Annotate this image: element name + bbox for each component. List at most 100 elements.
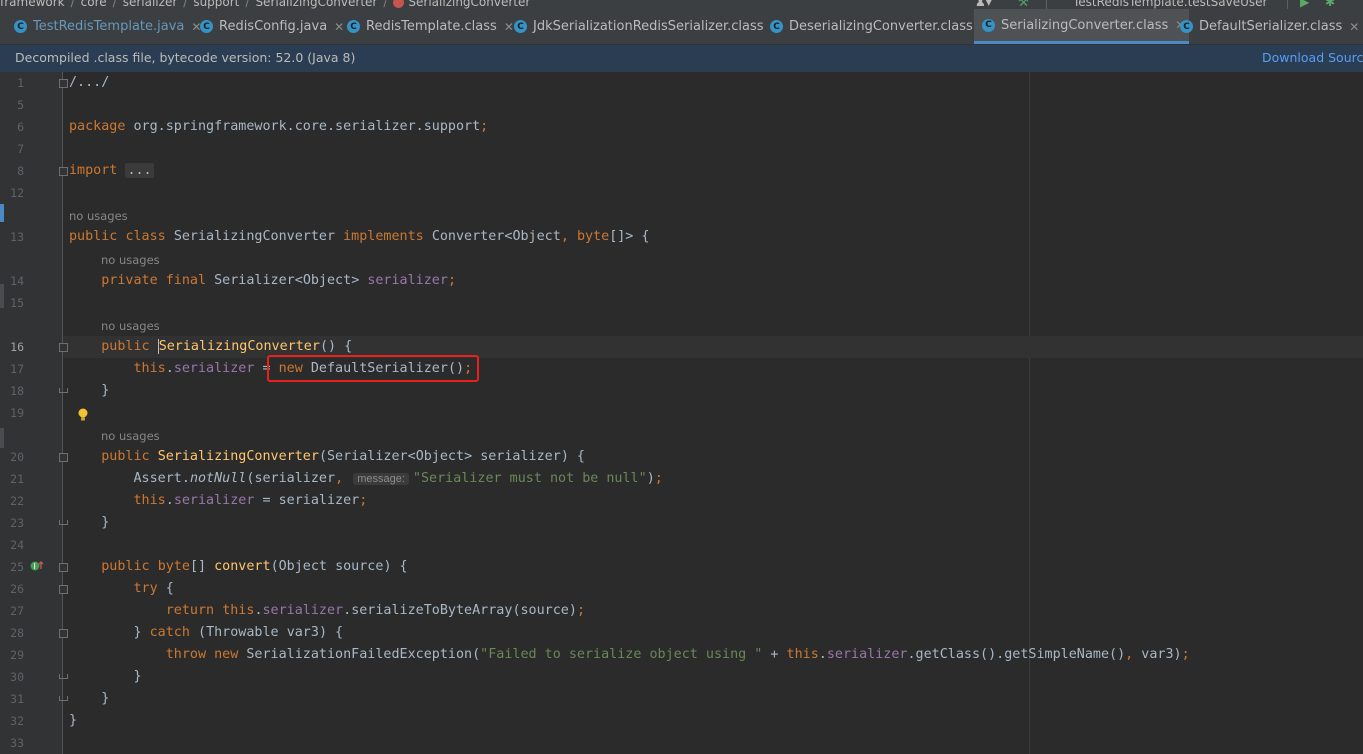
line-number: 15 <box>10 296 24 310</box>
tab-redis-template[interactable]: C RedisTemplate.class ✕ <box>347 9 514 44</box>
line-number: 22 <box>10 494 24 508</box>
tab-label: JdkSerializationRedisSerializer.class <box>533 19 764 34</box>
code-line: private final Serializer<Object> seriali… <box>101 273 456 288</box>
line-number-current: 16 <box>10 340 24 354</box>
code-line: package org.springframework.core.seriali… <box>69 119 489 134</box>
fold-collapse-icon[interactable] <box>59 343 68 352</box>
class-icon: C <box>347 20 360 33</box>
type-name: Serializer <box>214 273 295 288</box>
code-line: public class SerializingConverter implem… <box>69 229 650 244</box>
side-panel-marker <box>0 428 4 448</box>
tab-default-serializer[interactable]: C DefaultSerializer.class ✕ <box>1180 9 1359 44</box>
run-configuration-label: TestRedisTemplate.testSaveUser <box>1073 0 1268 9</box>
keyword: byte <box>157 559 190 574</box>
breadcrumb-item[interactable]: core <box>81 0 107 9</box>
line-number: 23 <box>10 516 24 530</box>
tab-deserializing-converter[interactable]: CDeserializingConverter.class✕ <box>770 9 990 44</box>
fold-collapse-icon[interactable] <box>59 563 68 572</box>
keyword: this <box>133 361 166 376</box>
close-icon[interactable]: ✕ <box>334 20 344 34</box>
editor-tabs: C TestRedisTemplate.java ✕ C RedisConfig.ja… <box>0 9 1363 45</box>
keyword: package <box>69 119 126 134</box>
fold-end-icon[interactable] <box>59 696 68 701</box>
code-line: throw new SerializationFailedException("… <box>165 647 1190 662</box>
line-number: 24 <box>10 538 24 552</box>
breadcrumb-item[interactable]: serializer <box>123 0 178 9</box>
type-name: Throwable <box>206 625 279 640</box>
field-name: serializer <box>826 647 908 662</box>
breadcrumb-separator: / <box>383 0 388 9</box>
keyword: throw <box>165 647 207 662</box>
type-name: Assert <box>133 471 182 486</box>
close-icon[interactable]: ✕ <box>1349 20 1359 34</box>
class-icon: C <box>770 20 783 33</box>
implements-method-icon[interactable]: I <box>30 560 44 572</box>
type-name: SerializationFailedException <box>246 647 473 662</box>
keyword: public <box>69 229 118 244</box>
breadcrumb-item[interactable]: SerializingConverter <box>408 0 530 9</box>
method-name: convert <box>214 559 271 574</box>
parameter-name: serializer <box>278 493 360 508</box>
download-sources-link[interactable]: Download Sources <box>1262 50 1363 65</box>
type-name: Converter <box>431 229 505 244</box>
method-name: getSimpleName <box>1004 647 1110 662</box>
fold-expand-icon[interactable] <box>59 79 68 88</box>
tab-jdk-serialization-redis-serializer[interactable]: CJdkSerializationRedisSerializer.class✕ <box>514 9 781 44</box>
tab-label: RedisTemplate.class <box>366 19 497 34</box>
line-number: 28 <box>10 626 24 640</box>
tab-serializing-converter[interactable]: CSerializingConverter.class✕ <box>974 9 1190 44</box>
line-number: 1 <box>17 76 24 90</box>
user-icon[interactable]: ♟▾ <box>975 0 992 9</box>
run-configuration-select[interactable]: TestRedisTemplate.testSaveUser <box>1046 0 1288 9</box>
code-line: /.../ <box>69 75 109 90</box>
fold-collapse-icon[interactable] <box>59 453 68 462</box>
keyword: this <box>222 603 255 618</box>
breadcrumb-item[interactable]: framework <box>0 0 65 9</box>
code-editor[interactable]: 1 5 6 7 8 12 13 14 15 16 17 18 19 20 21 … <box>0 72 1363 754</box>
fold-collapse-icon[interactable] <box>59 585 68 594</box>
usage-hint[interactable]: no usages <box>69 209 128 223</box>
usage-hint[interactable]: no usages <box>101 319 160 333</box>
class-icon: C <box>982 18 995 32</box>
import-fold-placeholder[interactable]: ... <box>125 163 154 178</box>
code-line: } <box>69 515 110 530</box>
line-number: 19 <box>10 406 24 420</box>
breadcrumb-item[interactable]: support <box>193 0 239 9</box>
tab-test-redis-template[interactable]: C TestRedisTemplate.java ✕ <box>14 9 201 44</box>
breadcrumb-item[interactable]: SerializingConverter <box>255 0 377 9</box>
code-line: return this.serializer.serializeToByteAr… <box>165 603 585 618</box>
line-number: 13 <box>10 230 24 244</box>
line-number: 30 <box>10 670 24 684</box>
method-name: notNull <box>189 471 247 486</box>
fold-end-icon[interactable] <box>59 388 68 393</box>
usage-hint[interactable]: no usages <box>101 429 160 443</box>
code-line: import ... <box>69 163 154 178</box>
type-name: Object <box>278 559 327 574</box>
usage-hint[interactable]: no usages <box>101 253 160 267</box>
code-line: } catch (Throwable var3) { <box>69 625 344 640</box>
run-icon[interactable]: ▶ <box>1300 0 1309 9</box>
close-icon[interactable]: ✕ <box>504 20 514 34</box>
line-number: 14 <box>10 274 24 288</box>
debug-icon[interactable]: ✱ <box>1325 0 1335 9</box>
code-line: public byte[] convert(Object source) { <box>101 559 408 574</box>
line-number: 18 <box>10 384 24 398</box>
variable-name: var3 <box>286 625 319 640</box>
field-name: serializer <box>367 273 448 288</box>
line-number: 6 <box>17 120 24 134</box>
fold-expand-icon[interactable] <box>59 167 68 176</box>
breadcrumb-separator: / <box>183 0 188 9</box>
tab-label: RedisConfig.java <box>219 19 328 34</box>
keyword: this <box>786 647 819 662</box>
hammer-icon[interactable]: ⚒ <box>1018 0 1029 9</box>
field-name: serializer <box>173 493 255 508</box>
tab-redis-config[interactable]: C RedisConfig.java ✕ <box>200 9 344 44</box>
fold-collapse-icon[interactable] <box>59 629 68 638</box>
line-number: 29 <box>10 648 24 662</box>
parameter-name: source <box>520 603 569 618</box>
fold-end-icon[interactable] <box>59 520 68 525</box>
lightbulb-icon[interactable] <box>78 408 88 422</box>
fold-end-icon[interactable] <box>59 674 68 679</box>
line-number: 31 <box>10 692 24 706</box>
fold-placeholder[interactable]: /.../ <box>69 75 109 90</box>
